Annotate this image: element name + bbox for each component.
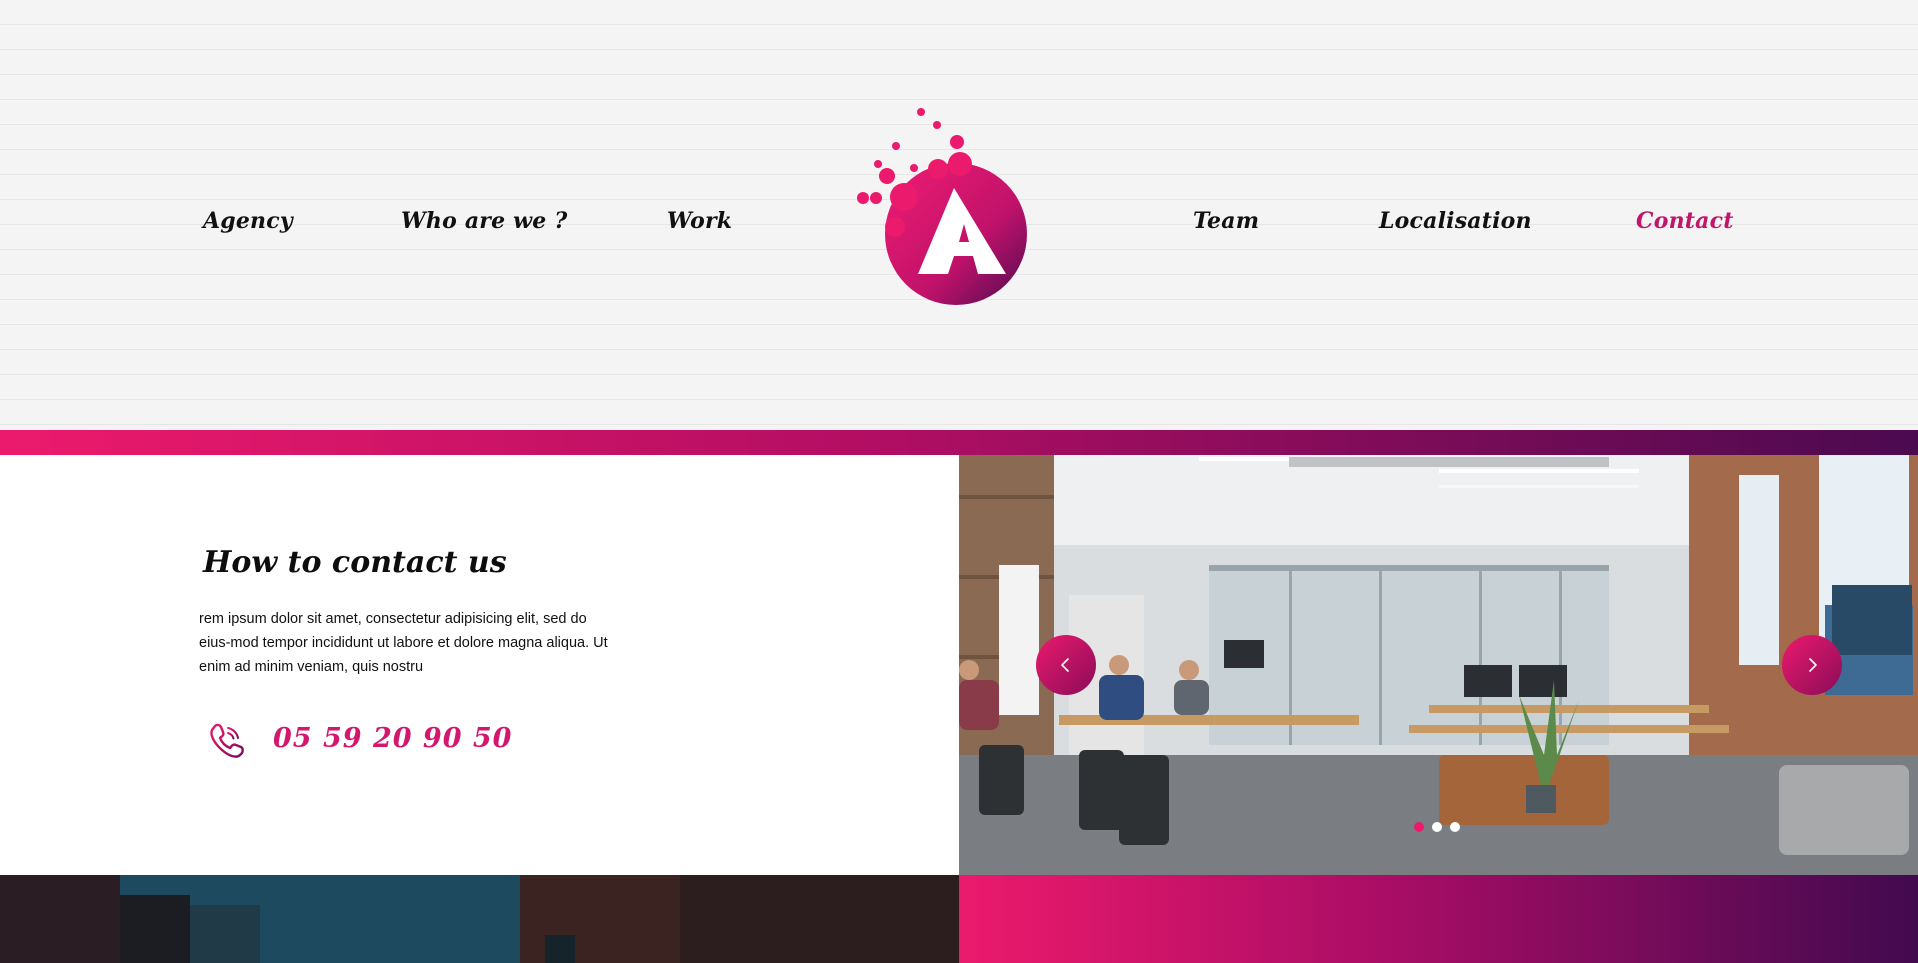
site-header: Agency Who are we ? Work Team Localisati… — [0, 0, 1918, 430]
chevron-right-icon — [1809, 658, 1817, 672]
slider-prev-button[interactable] — [1036, 635, 1096, 695]
chevron-left-icon — [1061, 658, 1069, 672]
slider-dot-2[interactable] — [1432, 822, 1442, 832]
logo-icon[interactable] — [856, 106, 1040, 310]
nav-link-agency[interactable]: Agency — [203, 208, 293, 234]
nav-link-who-are-we[interactable]: Who are we ? — [401, 208, 567, 234]
gradient-panel — [959, 875, 1918, 963]
slider-next-button[interactable] — [1782, 635, 1842, 695]
phone-number[interactable]: 05 59 20 90 50 — [273, 723, 512, 754]
office-photo — [959, 455, 1918, 875]
contact-section: How to contact us rem ipsum dolor sit am… — [0, 455, 959, 875]
nav-link-localisation[interactable]: Localisation — [1379, 208, 1532, 234]
phone-icon[interactable] — [208, 722, 244, 758]
nav-link-work[interactable]: Work — [667, 208, 732, 234]
nav-link-team[interactable]: Team — [1193, 208, 1259, 234]
contact-title: How to contact us — [203, 545, 507, 580]
office-image-slider — [959, 455, 1918, 875]
slider-dot-3[interactable] — [1450, 822, 1460, 832]
gradient-divider — [0, 430, 1918, 455]
slider-pagination — [1414, 822, 1460, 832]
slider-dot-1[interactable] — [1414, 822, 1424, 832]
city-photo-section — [0, 875, 959, 963]
contact-description: rem ipsum dolor sit amet, consectetur ad… — [199, 611, 608, 675]
city-photo — [0, 875, 959, 963]
nav-link-contact[interactable]: Contact — [1636, 208, 1734, 234]
